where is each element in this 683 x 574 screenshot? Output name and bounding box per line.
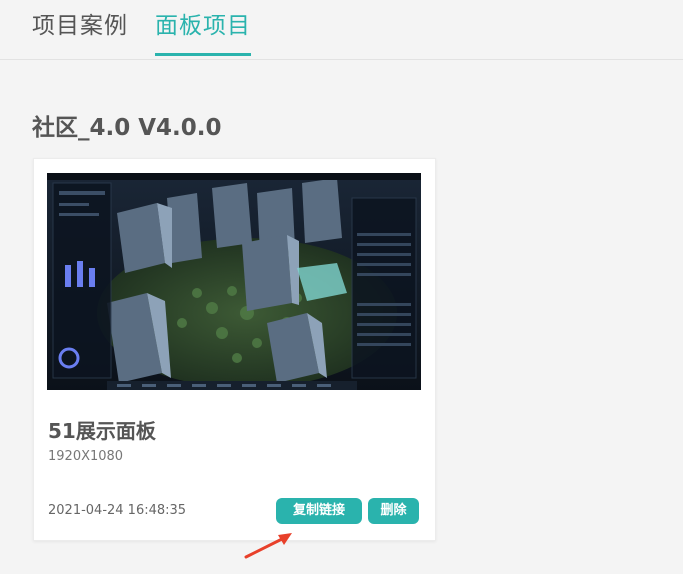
tab-project-cases[interactable]: 项目案例 bbox=[32, 6, 128, 54]
tab-bar: 项目案例 面板项目 bbox=[0, 0, 683, 60]
annotation-arrow-icon bbox=[244, 533, 292, 559]
tab-label: 面板项目 bbox=[155, 13, 251, 39]
copy-link-button[interactable]: 复制链接 bbox=[276, 498, 362, 524]
project-updated-time: 2021-04-24 16:48:35 bbox=[48, 503, 187, 518]
tab-panel-projects[interactable]: 面板项目 bbox=[155, 6, 251, 56]
page: 项目案例 面板项目 社区_4.0 V4.0.0 51展示面板 1920X1080… bbox=[0, 0, 683, 574]
project-title: 51展示面板 bbox=[48, 419, 156, 443]
section-title: 社区_4.0 V4.0.0 bbox=[32, 115, 222, 141]
project-thumbnail[interactable] bbox=[47, 173, 421, 390]
city-dashboard-preview-image bbox=[47, 173, 421, 390]
project-card: 51展示面板 1920X1080 2021-04-24 16:48:35 复制链… bbox=[33, 158, 436, 541]
active-tab-indicator bbox=[155, 53, 251, 56]
tab-label: 项目案例 bbox=[32, 13, 128, 39]
delete-button[interactable]: 删除 bbox=[368, 498, 419, 524]
project-resolution: 1920X1080 bbox=[48, 449, 124, 464]
